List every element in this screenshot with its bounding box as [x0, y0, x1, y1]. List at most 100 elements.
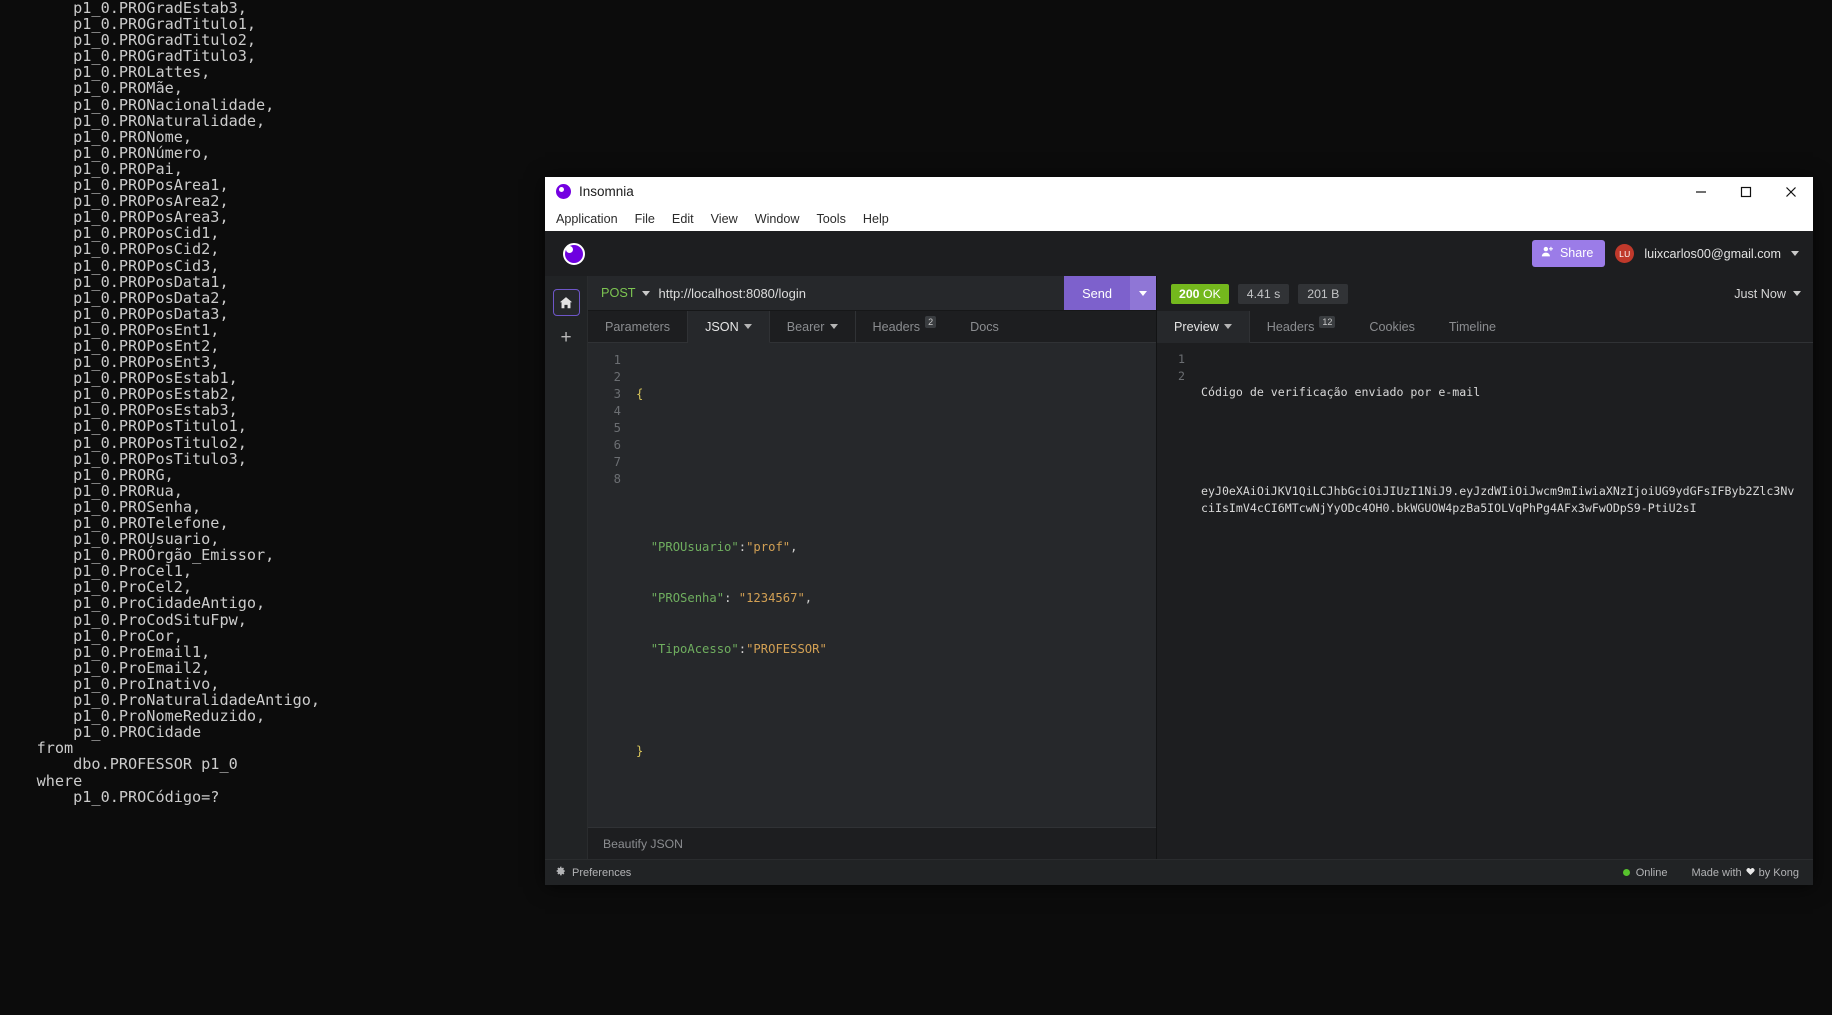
heart-icon	[1746, 867, 1755, 879]
terminal-line: p1_0.PRONacionalidade,	[0, 95, 275, 114]
tab-label: Timeline	[1448, 319, 1497, 334]
menu-item-window[interactable]: Window	[755, 212, 800, 226]
app-body: + POST http://localhost:8080/login Send	[545, 276, 1813, 859]
menubar: Application File Edit View Window Tools …	[545, 206, 1813, 231]
close-icon[interactable]	[1768, 177, 1813, 207]
online-label: Online	[1635, 866, 1668, 879]
tab-timeline[interactable]: Timeline	[1432, 311, 1513, 342]
preferences-label: Preferences	[572, 866, 632, 879]
menu-item-tools[interactable]: Tools	[817, 212, 846, 226]
url-bar: POST http://localhost:8080/login Send	[588, 276, 1156, 311]
tab-docs[interactable]: Docs	[953, 311, 1016, 342]
tab-label: Bearer	[786, 319, 825, 334]
window-titlebar: Insomnia Application File Edit View Wind…	[545, 177, 1813, 231]
response-headers-count-badge: 12	[1319, 315, 1336, 328]
menu-item-file[interactable]: File	[635, 212, 655, 226]
activity-rail: +	[545, 276, 588, 859]
beautify-json-button[interactable]: Beautify JSON	[603, 837, 683, 851]
status-footer: Preferences Online Made with by Kong	[545, 859, 1813, 885]
minimize-icon[interactable]	[1678, 177, 1723, 207]
menu-item-edit[interactable]: Edit	[672, 212, 694, 226]
tab-label: Cookies	[1369, 319, 1415, 334]
made-with-prefix: Made with	[1691, 866, 1742, 879]
share-button[interactable]: Share	[1531, 240, 1606, 267]
code-line: }	[636, 744, 644, 758]
method-label: POST	[601, 286, 636, 300]
code-line: "PROUsuario":"prof",	[650, 540, 798, 554]
app-logo-icon[interactable]	[563, 242, 585, 265]
line-number: 2	[1178, 368, 1185, 383]
code-line: {	[636, 387, 644, 401]
menu-item-help[interactable]: Help	[863, 212, 889, 226]
method-selector[interactable]: POST	[588, 286, 659, 300]
titlebar-top: Insomnia	[545, 177, 1813, 206]
send-group: Send	[1064, 276, 1156, 310]
account-email[interactable]: luixcarlos00@gmail.com	[1644, 247, 1781, 261]
chevron-down-icon[interactable]	[1791, 251, 1799, 256]
send-button[interactable]: Send	[1064, 276, 1130, 310]
made-with-kong: Made with by Kong	[1691, 867, 1799, 879]
maximize-icon[interactable]	[1723, 177, 1768, 207]
send-options-button[interactable]	[1130, 276, 1156, 310]
response-blank-line	[1201, 434, 1801, 451]
tab-response-headers[interactable]: Headers 12	[1250, 311, 1353, 342]
code-line: "TipoAcesso":"PROFESSOR"	[650, 642, 827, 656]
response-gutter: 1 2	[1157, 343, 1191, 859]
home-icon[interactable]	[552, 289, 580, 316]
footer-right: Online Made with by Kong	[1622, 866, 1799, 879]
request-body-editor[interactable]: 1 2 3 4 5 6 7 8 { "PROUsuario":"prof", "…	[588, 343, 1156, 827]
response-time[interactable]: 4.41 s	[1237, 283, 1290, 304]
status-badge[interactable]: 200 OK	[1171, 283, 1229, 304]
line-number: 3	[613, 387, 621, 401]
share-label: Share	[1559, 246, 1594, 260]
chevron-down-icon	[1793, 291, 1801, 296]
terminal-line: p1_0.PROMãe,	[0, 79, 183, 98]
tab-headers[interactable]: Headers 2	[856, 311, 954, 342]
window-title: Insomnia	[579, 184, 634, 199]
tab-label: JSON	[705, 319, 739, 334]
request-pane: POST http://localhost:8080/login Send Pa…	[588, 276, 1157, 859]
line-number: 5	[613, 421, 621, 435]
chevron-down-icon	[641, 290, 650, 296]
online-status: Online	[1622, 866, 1668, 879]
code-line: "PROSenha": "1234567",	[650, 591, 813, 605]
terminal-line: p1_0.PROGradTitulo1,	[0, 15, 257, 34]
status-code: 200	[1179, 286, 1200, 301]
chevron-down-icon	[743, 324, 752, 329]
url-input[interactable]: http://localhost:8080/login	[659, 286, 1065, 301]
response-code: Código de verificação enviado por e-mail…	[1191, 343, 1813, 859]
header-right: Share LU luixcarlos00@gmail.com	[1531, 240, 1799, 267]
response-history-button[interactable]: Just Now	[1734, 287, 1801, 301]
terminal-line: p1_0.PROGradTitulo3,	[0, 47, 257, 66]
tab-parameters[interactable]: Parameters	[588, 311, 689, 342]
status-text: OK	[1202, 286, 1221, 301]
tab-preview[interactable]: Preview	[1157, 311, 1250, 343]
response-status-bar: 200 OK 4.41 s 201 B Just Now	[1157, 276, 1813, 311]
avatar[interactable]: LU	[1615, 244, 1635, 263]
online-dot-icon	[1622, 869, 1630, 876]
chevron-down-icon	[1223, 324, 1232, 329]
line-number: 4	[613, 404, 621, 418]
response-message: Código de verificação enviado por e-mail	[1201, 385, 1481, 399]
menu-item-view[interactable]: View	[711, 212, 738, 226]
response-token: eyJ0eXAiOiJKV1QiLCJhbGciOiJIUzI1NiJ9.eyJ…	[1201, 484, 1795, 515]
tab-json[interactable]: JSON	[688, 311, 770, 343]
panes: POST http://localhost:8080/login Send Pa…	[588, 276, 1813, 859]
preferences-button[interactable]: Preferences	[556, 866, 631, 879]
editor-code[interactable]: { "PROUsuario":"prof", "PROSenha": "1234…	[626, 343, 1156, 827]
app-header: Share LU luixcarlos00@gmail.com	[545, 231, 1813, 276]
terminal-line: p1_0.PROGradEstab3,	[0, 0, 247, 17]
gear-icon	[556, 866, 566, 879]
headers-count-badge: 2	[925, 315, 937, 328]
tab-bearer[interactable]: Bearer	[770, 311, 856, 342]
terminal-line: p1_0.PROPai,	[0, 159, 183, 178]
line-number: 2	[613, 370, 621, 384]
response-size[interactable]: 201 B	[1298, 283, 1349, 304]
tab-label: Preview	[1174, 319, 1219, 334]
tab-cookies[interactable]: Cookies	[1352, 311, 1432, 342]
plus-icon[interactable]: +	[560, 328, 571, 347]
menu-item-application[interactable]: Application	[556, 212, 618, 226]
response-body[interactable]: 1 2 Código de verificação enviado por e-…	[1157, 343, 1813, 859]
